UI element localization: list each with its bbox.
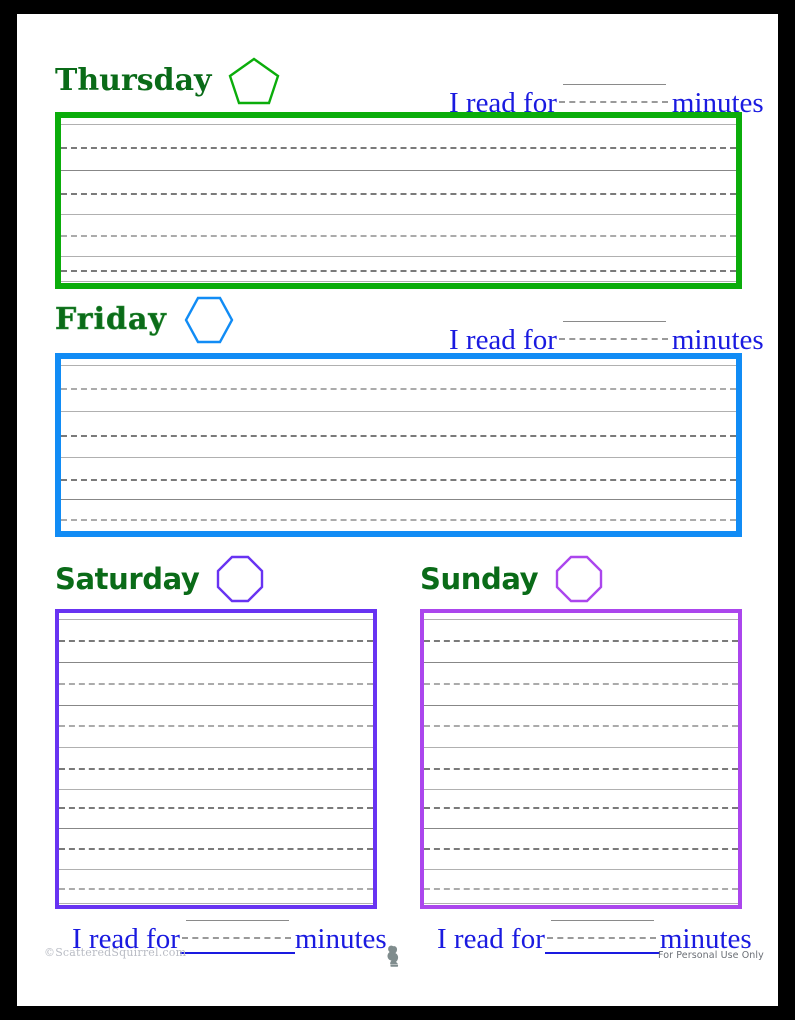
- octagon-icon: [555, 555, 603, 603]
- blank-mid-rule: [558, 338, 668, 340]
- octagon-icon: [217, 555, 264, 603]
- rule-solid: [424, 619, 738, 620]
- rule-solid: [61, 457, 736, 458]
- squirrel-icon: [387, 945, 399, 967]
- pentagon-icon: [228, 57, 279, 105]
- rule-lines-sunday: [424, 613, 738, 905]
- day-section-thursday: Thursday I read for minutes: [17, 14, 778, 289]
- rule-dashed: [59, 807, 373, 809]
- writing-box-friday[interactable]: [55, 353, 742, 537]
- rule-solid: [59, 828, 373, 829]
- rule-dashed: [424, 888, 738, 890]
- rule-dashed: [61, 479, 736, 481]
- rule-dashed: [61, 235, 736, 237]
- rule-solid: [424, 747, 738, 748]
- printable-sheet: Thursday I read for minutes Friday I rea…: [17, 14, 778, 1006]
- day-title-sunday: Sunday: [420, 561, 539, 596]
- rule-solid: [59, 869, 373, 870]
- blank-top-rule: [550, 920, 654, 921]
- rule-solid: [61, 499, 736, 500]
- day-title-saturday: Saturday: [55, 561, 200, 596]
- writing-box-sunday[interactable]: [420, 609, 742, 909]
- rule-solid: [424, 662, 738, 663]
- rule-dashed: [59, 725, 373, 727]
- rule-dashed: [61, 147, 736, 149]
- rule-dashed: [61, 388, 736, 390]
- rule-solid: [424, 903, 738, 904]
- blank-mid-rule: [558, 101, 668, 103]
- rule-dashed: [61, 193, 736, 195]
- rule-solid: [424, 828, 738, 829]
- rule-solid: [61, 411, 736, 412]
- copyright-text: ©ScatteredSquirrel.com: [44, 946, 187, 959]
- rule-solid: [59, 705, 373, 706]
- day-section-saturday: Saturday I read for minutes: [17, 514, 397, 974]
- rule-dashed: [61, 435, 736, 437]
- day-section-friday: Friday I read for minutes: [17, 254, 778, 537]
- blank-baseline: [544, 952, 660, 954]
- rule-solid: [424, 789, 738, 790]
- rule-dashed: [424, 848, 738, 850]
- day-title-friday: Friday: [55, 302, 167, 337]
- read-prefix-sunday: I read for: [437, 923, 545, 955]
- blank-top-rule: [562, 321, 666, 322]
- day-title-thursday: Thursday: [55, 63, 212, 98]
- rule-dashed: [59, 768, 373, 770]
- rule-lines-saturday: [59, 613, 373, 905]
- rule-dashed: [424, 807, 738, 809]
- read-line-friday: I read for minutes: [449, 321, 764, 355]
- minutes-input-sunday[interactable]: [544, 920, 660, 954]
- rule-dashed: [59, 848, 373, 850]
- rule-solid: [59, 789, 373, 790]
- read-prefix-friday: I read for: [449, 324, 557, 356]
- day-section-sunday: Sunday I read for minutes: [400, 514, 778, 974]
- rule-solid: [61, 365, 736, 366]
- rule-solid: [59, 903, 373, 904]
- rule-dashed: [59, 640, 373, 642]
- rule-lines-friday: [61, 359, 736, 531]
- read-suffix-saturday: minutes: [294, 923, 387, 955]
- rule-solid: [61, 214, 736, 215]
- writing-box-saturday[interactable]: [55, 609, 377, 909]
- read-line-sunday: I read for minutes: [437, 920, 752, 954]
- blank-top-rule: [185, 920, 289, 921]
- read-suffix-friday: minutes: [671, 324, 764, 356]
- blank-mid-rule: [181, 937, 291, 939]
- rule-solid: [59, 747, 373, 748]
- minutes-input-saturday[interactable]: [179, 920, 295, 954]
- rule-solid: [61, 124, 736, 125]
- rule-dashed: [424, 725, 738, 727]
- minutes-input-friday[interactable]: [556, 321, 672, 355]
- rule-dashed: [424, 768, 738, 770]
- blank-top-rule: [562, 84, 666, 85]
- rule-solid: [59, 619, 373, 620]
- rule-solid: [424, 705, 738, 706]
- rule-dashed: [424, 640, 738, 642]
- rule-dashed: [59, 888, 373, 890]
- rule-solid: [59, 662, 373, 663]
- day-header-friday: Friday: [55, 296, 235, 344]
- blank-baseline: [179, 952, 295, 954]
- day-header-saturday: Saturday: [55, 555, 265, 603]
- hexagon-icon: [184, 296, 234, 344]
- day-header-thursday: Thursday: [55, 57, 280, 105]
- personal-use-text: For Personal Use Only: [658, 950, 764, 961]
- rule-solid: [424, 869, 738, 870]
- blank-mid-rule: [546, 937, 656, 939]
- rule-dashed: [59, 683, 373, 685]
- rule-dashed: [424, 683, 738, 685]
- day-header-sunday: Sunday: [420, 555, 604, 603]
- rule-solid: [61, 170, 736, 171]
- page-frame: Thursday I read for minutes Friday I rea…: [0, 0, 795, 1020]
